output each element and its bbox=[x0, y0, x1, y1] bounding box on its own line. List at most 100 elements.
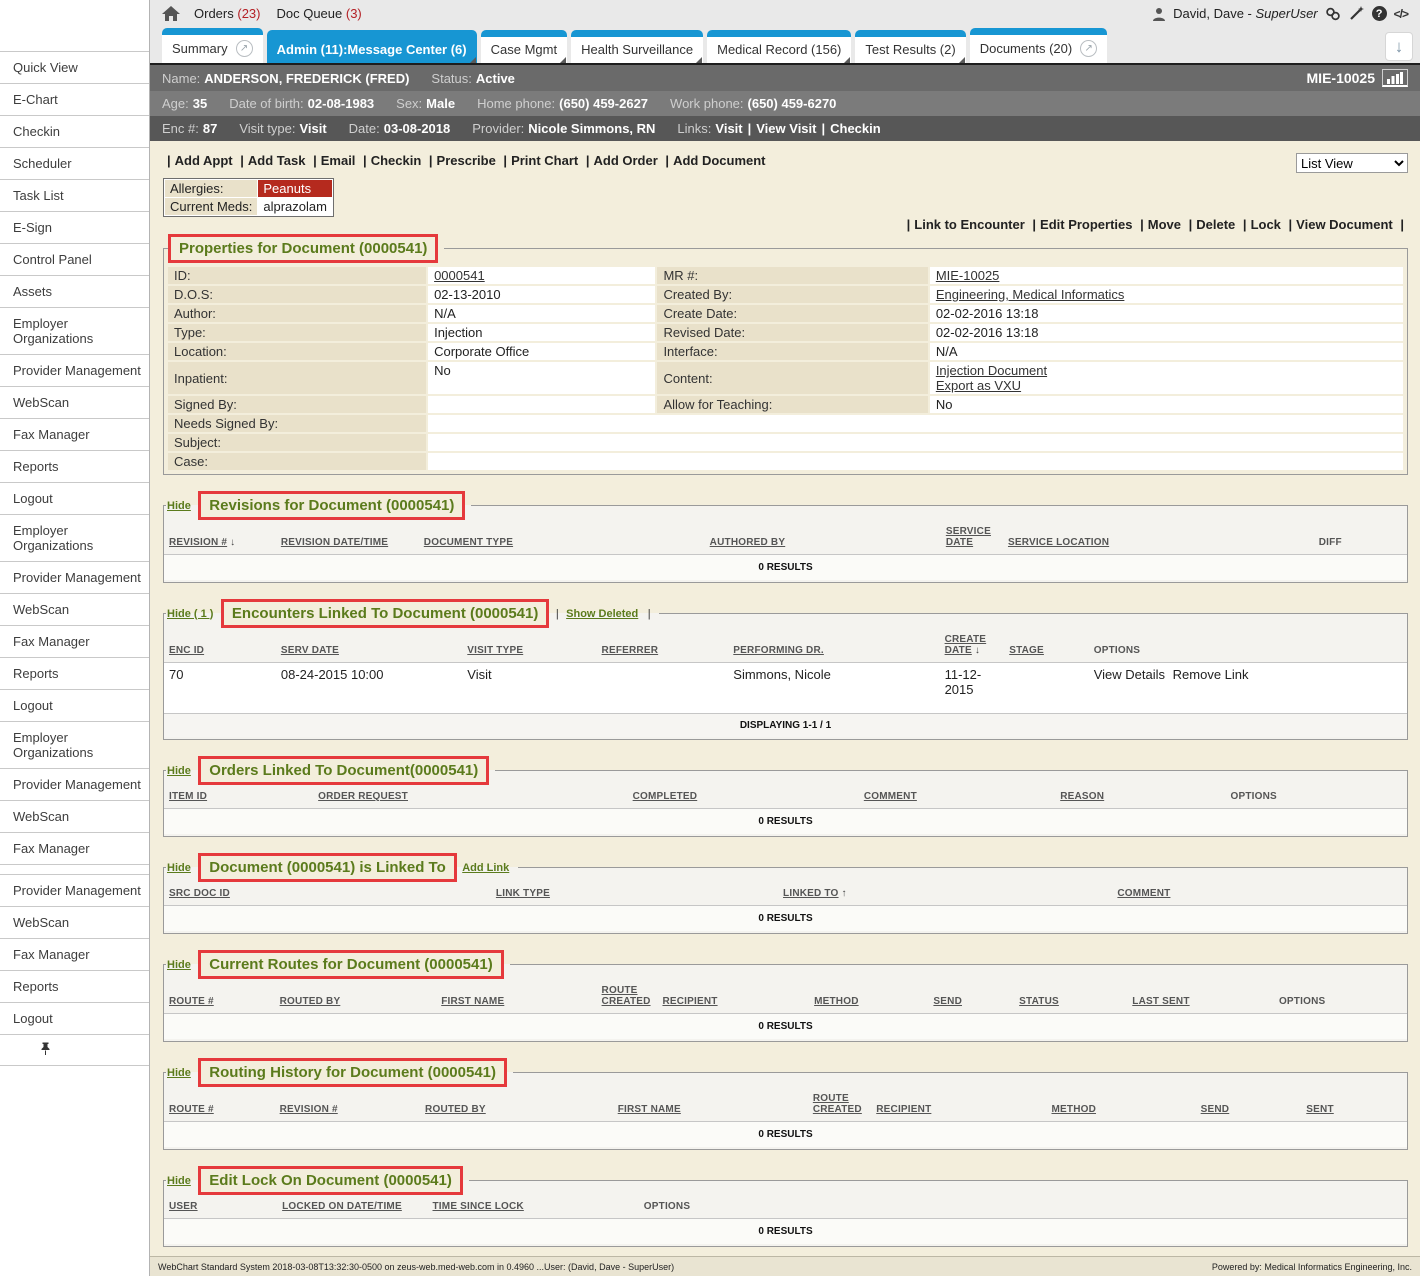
sidebar-item-webscan[interactable]: WebScan bbox=[0, 801, 149, 833]
tab-test-results[interactable]: Test Results (2) bbox=[855, 30, 965, 63]
allergy-peanuts-link[interactable]: Peanuts bbox=[263, 181, 311, 196]
sort-send[interactable]: SEND bbox=[1201, 1104, 1230, 1115]
sort-routed-by[interactable]: ROUTED BY bbox=[280, 996, 341, 1007]
tab-case-mgmt[interactable]: Case Mgmt bbox=[481, 30, 567, 63]
sort-document-type[interactable]: DOCUMENT TYPE bbox=[424, 537, 513, 548]
sort-comment[interactable]: COMMENT bbox=[864, 791, 917, 802]
flowsheet-chart-button[interactable] bbox=[1382, 69, 1408, 87]
sort-stage[interactable]: STAGE bbox=[1009, 645, 1044, 656]
sidebar-item-fax-manager[interactable]: Fax Manager bbox=[0, 939, 149, 971]
hide-current-routes-link[interactable]: Hide bbox=[167, 959, 191, 971]
sidebar-item-provider-management[interactable]: Provider Management bbox=[0, 875, 149, 907]
med-alprazolam-link[interactable]: alprazolam bbox=[263, 199, 327, 214]
enc-link-view-visit[interactable]: View Visit bbox=[756, 121, 816, 136]
home-button[interactable] bbox=[162, 6, 180, 21]
prescribe-link[interactable]: Prescribe bbox=[437, 153, 496, 168]
sidebar-item-webscan[interactable]: WebScan bbox=[0, 594, 149, 626]
sort-last-sent[interactable]: LAST SENT bbox=[1132, 996, 1189, 1007]
sidebar-item-control-panel[interactable]: Control Panel bbox=[0, 244, 149, 276]
sidebar-item-logout[interactable]: Logout bbox=[0, 1003, 149, 1035]
sort-route-number[interactable]: ROUTE # bbox=[169, 1104, 214, 1115]
sort-enc-id[interactable]: ENC ID bbox=[169, 645, 204, 656]
sort-method[interactable]: METHOD bbox=[1051, 1104, 1096, 1115]
current-meds-link[interactable]: Current Meds: bbox=[170, 199, 252, 214]
tab-summary[interactable]: Summary ↗ bbox=[162, 28, 263, 63]
sort-revision-number[interactable]: REVISION # bbox=[280, 1104, 338, 1115]
sidebar-item-reports[interactable]: Reports bbox=[0, 971, 149, 1003]
popout-arrow-icon[interactable]: ↗ bbox=[1080, 40, 1097, 57]
sort-method[interactable]: METHOD bbox=[814, 996, 859, 1007]
sort-locked-on[interactable]: LOCKED ON DATE/TIME bbox=[282, 1201, 402, 1212]
sidebar-item-e-sign[interactable]: E-Sign bbox=[0, 212, 149, 244]
sidebar-pin-button[interactable] bbox=[0, 1035, 149, 1066]
sidebar-item-task-list[interactable]: Task List bbox=[0, 180, 149, 212]
print-chart-link[interactable]: Print Chart bbox=[511, 153, 578, 168]
sidebar-item-e-chart[interactable]: E-Chart bbox=[0, 84, 149, 116]
tab-documents[interactable]: Documents (20) ↗ bbox=[970, 28, 1107, 63]
delete-link[interactable]: Delete bbox=[1196, 217, 1235, 232]
sort-first-name[interactable]: FIRST NAME bbox=[618, 1104, 681, 1115]
sidebar-item-employer-organizations[interactable]: Employer Organizations bbox=[0, 308, 149, 355]
allergies-link[interactable]: Allergies: bbox=[170, 181, 223, 196]
remove-link-link[interactable]: Remove Link bbox=[1173, 667, 1249, 682]
add-task-link[interactable]: Add Task bbox=[248, 153, 306, 168]
sort-status[interactable]: STATUS bbox=[1019, 996, 1059, 1007]
sidebar-item-reports[interactable]: Reports bbox=[0, 451, 149, 483]
sidebar-item-employer-organizations[interactable]: Employer Organizations bbox=[0, 515, 149, 562]
sort-route-number[interactable]: ROUTE # bbox=[169, 996, 214, 1007]
hide-orders-link[interactable]: Hide bbox=[167, 765, 191, 777]
sort-first-name[interactable]: FIRST NAME bbox=[441, 996, 504, 1007]
view-mode-select[interactable]: List View bbox=[1296, 153, 1408, 173]
hide-edit-lock-link[interactable]: Hide bbox=[167, 1175, 191, 1187]
sidebar-item-logout[interactable]: Logout bbox=[0, 483, 149, 515]
hide-revisions-link[interactable]: Hide bbox=[167, 500, 191, 512]
help-icon[interactable]: ? bbox=[1372, 6, 1387, 21]
prop-mr-value-link[interactable]: MIE-10025 bbox=[936, 268, 1000, 283]
popout-arrow-icon[interactable]: ↗ bbox=[236, 40, 253, 57]
sidebar-item-quick-view[interactable]: Quick View bbox=[0, 52, 149, 84]
sort-visit-type[interactable]: VISIT TYPE bbox=[467, 645, 523, 656]
sort-link-type[interactable]: LINK TYPE bbox=[496, 888, 550, 899]
sidebar-item-webscan[interactable]: WebScan bbox=[0, 387, 149, 419]
sort-send[interactable]: SEND bbox=[933, 996, 962, 1007]
export-as-vxu-link[interactable]: Export as VXU bbox=[936, 378, 1021, 393]
tab-admin-message-center[interactable]: Admin (11):Message Center (6) bbox=[267, 30, 477, 63]
add-appt-link[interactable]: Add Appt bbox=[175, 153, 233, 168]
download-chart-button[interactable]: ↓ bbox=[1385, 32, 1413, 61]
sidebar-item-provider-management[interactable]: Provider Management bbox=[0, 355, 149, 387]
prop-id-value-link[interactable]: 0000541 bbox=[434, 268, 485, 283]
sort-service-date[interactable]: SERVICE DATE bbox=[946, 526, 991, 548]
sidebar-item-employer-organizations[interactable]: Employer Organizations bbox=[0, 722, 149, 769]
sort-order-request[interactable]: ORDER REQUEST bbox=[318, 791, 408, 802]
sort-route-created[interactable]: ROUTE CREATED bbox=[813, 1093, 862, 1115]
hide-encounters-link[interactable]: Hide ( 1 ) bbox=[167, 608, 213, 620]
tab-medical-record[interactable]: Medical Record (156) bbox=[707, 30, 851, 63]
sort-recipient[interactable]: RECIPIENT bbox=[662, 996, 717, 1007]
lock-link[interactable]: Lock bbox=[1251, 217, 1281, 232]
sort-item-id[interactable]: ITEM ID bbox=[169, 791, 207, 802]
wand-icon[interactable] bbox=[1349, 6, 1365, 21]
sort-route-created[interactable]: ROUTE CREATED bbox=[602, 985, 651, 1007]
sort-linked-to[interactable]: LINKED TO bbox=[783, 888, 839, 899]
enc-link-checkin[interactable]: Checkin bbox=[830, 121, 881, 136]
add-document-link[interactable]: Add Document bbox=[673, 153, 765, 168]
sidebar-item-provider-management[interactable]: Provider Management bbox=[0, 562, 149, 594]
edit-properties-link[interactable]: Edit Properties bbox=[1040, 217, 1132, 232]
sidebar-item-assets[interactable]: Assets bbox=[0, 276, 149, 308]
sort-serv-date[interactable]: SERV DATE bbox=[281, 645, 339, 656]
sidebar-item-fax-manager[interactable]: Fax Manager bbox=[0, 419, 149, 451]
sort-authored-by[interactable]: AUTHORED BY bbox=[710, 537, 786, 548]
code-icon[interactable]: </> bbox=[1394, 7, 1408, 21]
move-link[interactable]: Move bbox=[1148, 217, 1181, 232]
tab-health-surveillance[interactable]: Health Surveillance bbox=[571, 30, 703, 63]
sort-sent[interactable]: SENT bbox=[1306, 1104, 1333, 1115]
add-link-link[interactable]: Add Link bbox=[462, 862, 509, 874]
sort-revision-number[interactable]: REVISION # bbox=[169, 537, 227, 548]
sort-revision-datetime[interactable]: REVISION DATE/TIME bbox=[281, 537, 388, 548]
hide-linked-to-link[interactable]: Hide bbox=[167, 862, 191, 874]
add-order-link[interactable]: Add Order bbox=[594, 153, 658, 168]
checkin-link[interactable]: Checkin bbox=[371, 153, 422, 168]
sort-time-since-lock[interactable]: TIME SINCE LOCK bbox=[433, 1201, 524, 1212]
sort-completed[interactable]: COMPLETED bbox=[633, 791, 698, 802]
link-chain-icon[interactable] bbox=[1325, 7, 1342, 21]
